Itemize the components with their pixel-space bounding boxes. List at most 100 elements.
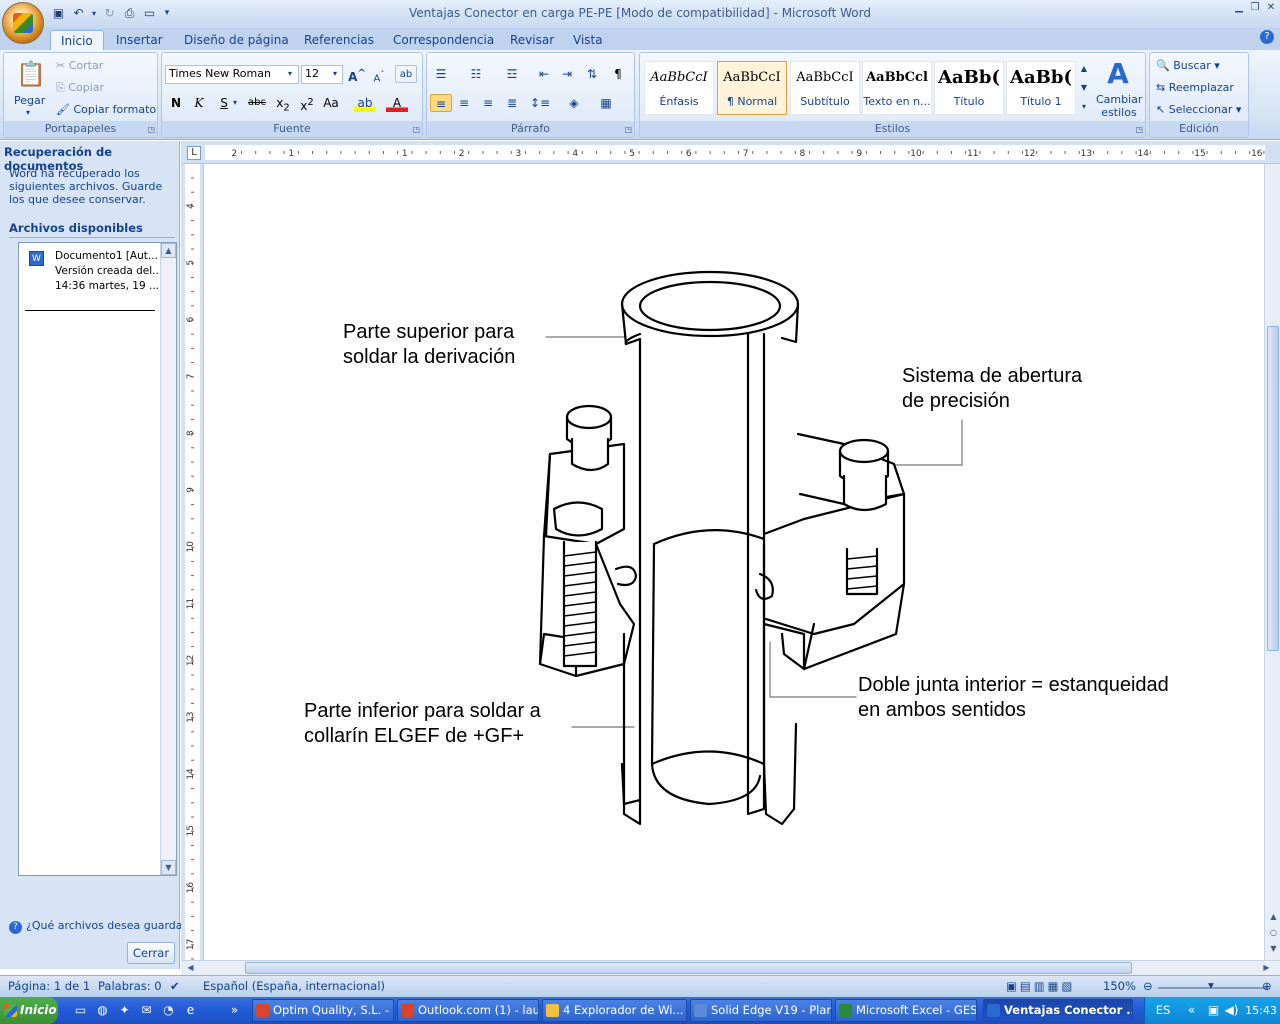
scroll-down-icon[interactable]: ▼	[161, 860, 176, 875]
underline-dropdown-icon[interactable]: ▾	[230, 94, 240, 112]
format-painter-button[interactable]: 🖌 Copiar formato	[56, 102, 156, 118]
superscript-icon[interactable]: x2	[296, 94, 318, 113]
horizontal-ruler[interactable]: L 2 1 1 2 3 4 5 6 7 8 9 10 11 12 13 14 15 16	[181, 141, 1280, 164]
vertical-scroll-thumb[interactable]	[1267, 326, 1279, 651]
show-desktop-icon[interactable]: ▭	[72, 1002, 89, 1019]
change-case-icon[interactable]: Aa	[320, 94, 342, 112]
change-styles-button[interactable]: Cambiar estilos	[1096, 93, 1142, 119]
styles-more-icon[interactable]: ▾	[1078, 99, 1090, 115]
help-icon[interactable]: ?	[1260, 30, 1274, 44]
styles-scroll-up-icon[interactable]: ▲	[1078, 61, 1090, 77]
quicklaunch-outlook-icon[interactable]: ✉	[138, 1002, 155, 1019]
tab-insertar[interactable]: Insertar	[106, 30, 173, 50]
font-family-dropdown-icon[interactable]: ▾	[288, 66, 292, 82]
vertical-scrollbar[interactable]: ▲ ○ ▼	[1264, 164, 1280, 960]
style-normal[interactable]: AaBbCcI ¶ Normal	[717, 61, 787, 115]
select-button[interactable]: ↖ Seleccionar ▾	[1156, 102, 1241, 118]
zoom-out-icon[interactable]: ⊖	[1143, 979, 1153, 993]
restore-icon[interactable]: ❐	[1248, 2, 1262, 14]
increase-indent-icon[interactable]: ⇥	[556, 65, 578, 83]
scroll-up-icon[interactable]: ▲	[161, 243, 176, 258]
font-launcher-icon[interactable]: ◳	[412, 125, 420, 134]
zoom-level[interactable]: 150%	[1103, 979, 1136, 993]
style-titulo-1[interactable]: AaBb( Título 1	[1006, 61, 1076, 115]
close-icon[interactable]: ✕	[1264, 2, 1278, 14]
sort-icon[interactable]: ⇅	[581, 65, 603, 83]
task-optim-quality[interactable]: Optim Quality, S.L. - ...	[252, 999, 394, 1022]
page-count[interactable]: Página: 1 de 1	[8, 979, 90, 993]
grow-font-icon[interactable]: A^	[346, 65, 368, 84]
task-outlook[interactable]: Outlook.com (1) - lau...	[397, 999, 539, 1022]
align-right-icon[interactable]: ≡	[477, 94, 499, 112]
view-buttons[interactable]: ▣▤▥▦▧	[1006, 979, 1075, 993]
tab-correspondencia[interactable]: Correspondencia	[383, 30, 504, 50]
font-color-icon[interactable]: A	[386, 94, 408, 112]
italic-icon[interactable]: K	[188, 94, 210, 112]
browse-object-icon[interactable]: ○	[1266, 926, 1280, 941]
horizontal-scroll-thumb[interactable]	[245, 962, 1132, 974]
tab-revisar[interactable]: Revisar	[500, 30, 564, 50]
task-excel[interactable]: Microsoft Excel - GES...	[835, 999, 977, 1022]
quicklaunch-media-icon[interactable]: ◔	[160, 1002, 177, 1019]
tab-diseno-pagina[interactable]: Diseño de página	[174, 30, 299, 50]
styles-scroll-down-icon[interactable]: ▼	[1078, 80, 1090, 96]
task-solid-edge[interactable]: Solid Edge V19 - Plan...	[690, 999, 832, 1022]
style-enfasis[interactable]: AaBbCcI Énfasis	[644, 61, 714, 115]
highlight-icon[interactable]: ab	[354, 94, 376, 112]
subscript-icon[interactable]: x2	[272, 94, 294, 113]
bold-icon[interactable]: N	[165, 94, 187, 112]
strikethrough-icon[interactable]: abc	[246, 94, 268, 112]
zoom-in-icon[interactable]: ⊕	[1262, 979, 1272, 993]
line-spacing-icon[interactable]: ↕≡	[529, 94, 551, 112]
style-subtitulo[interactable]: AaBbCcI Subtítulo	[790, 61, 860, 115]
bullets-icon[interactable]: ☰	[430, 65, 452, 83]
style-titulo[interactable]: AaBb( Título	[934, 61, 1004, 115]
show-marks-icon[interactable]: ¶	[607, 65, 629, 83]
minimize-icon[interactable]: ▁	[1232, 2, 1246, 14]
tray-expand-icon[interactable]: «	[1183, 1002, 1200, 1019]
paste-dropdown-icon[interactable]: ▾	[26, 105, 30, 121]
styles-launcher-icon[interactable]: ◳	[1135, 125, 1143, 134]
tray-language[interactable]: ES	[1151, 1002, 1175, 1019]
align-center-icon[interactable]: ≡	[453, 94, 475, 112]
quicklaunch-more-icon[interactable]: »	[226, 1002, 243, 1019]
cut-button[interactable]: ✂ Cortar	[56, 58, 103, 74]
tab-vista[interactable]: Vista	[563, 30, 613, 50]
clipboard-launcher-icon[interactable]: ◳	[147, 125, 155, 134]
shading-icon[interactable]: ◈	[563, 94, 585, 112]
tab-referencias[interactable]: Referencias	[294, 30, 384, 50]
which-files-help-link[interactable]: ? ¿Qué archivos desea guardar?	[9, 919, 193, 934]
change-styles-icon[interactable]: A	[1100, 57, 1136, 91]
task-explorer[interactable]: 4 Explorador de Wi...	[542, 999, 687, 1022]
scroll-right-icon[interactable]: ▶	[1259, 961, 1274, 976]
style-texto-negrita[interactable]: AaBbCcl Texto en n...	[862, 61, 932, 115]
vertical-ruler[interactable]: 4567891011121314151617	[181, 164, 204, 960]
start-button[interactable]: Inicio	[0, 997, 58, 1024]
tab-selector-icon[interactable]: L	[187, 146, 201, 160]
quicklaunch-globe-icon[interactable]: ◍	[94, 1002, 111, 1019]
font-size-dropdown-icon[interactable]: ▾	[333, 66, 337, 82]
font-family-select[interactable]: Times New Roman	[165, 65, 299, 84]
close-pane-button[interactable]: Cerrar	[127, 942, 175, 964]
find-button[interactable]: 🔍 Buscar ▾	[1156, 58, 1220, 74]
quicklaunch-app-icon[interactable]: ✦	[116, 1002, 133, 1019]
prev-page-icon[interactable]: ▲	[1266, 910, 1280, 925]
language-status[interactable]: Español (España, internacional)	[203, 979, 385, 993]
recovered-file-list[interactable]: W Documento1 [Aut... Versión creada del.…	[18, 242, 177, 876]
word-count[interactable]: Palabras: 0	[98, 979, 162, 993]
clear-format-icon[interactable]: ab	[395, 65, 417, 83]
borders-icon[interactable]: ▦	[595, 94, 617, 112]
replace-button[interactable]: ⇆ Reemplazar	[1156, 80, 1234, 96]
align-left-icon[interactable]: ≡	[430, 94, 452, 112]
decrease-indent-icon[interactable]: ⇤	[533, 65, 555, 83]
next-page-icon[interactable]: ▼	[1266, 942, 1280, 957]
tray-volume-icon[interactable]: ◀)	[1223, 1002, 1240, 1019]
horizontal-scrollbar[interactable]: ◀ ▶	[181, 960, 1280, 975]
file-list-scrollbar[interactable]: ▲ ▼	[160, 243, 176, 875]
shrink-font-icon[interactable]: Aˇ	[368, 65, 390, 84]
zoom-slider-thumb[interactable]: ▾	[1208, 978, 1214, 992]
paste-icon[interactable]: 📋	[16, 59, 46, 89]
tray-network-icon[interactable]: ▣	[1205, 1002, 1222, 1019]
justify-icon[interactable]: ≣	[501, 94, 523, 112]
task-word-active[interactable]: Ventajas Conector ...	[983, 999, 1133, 1022]
